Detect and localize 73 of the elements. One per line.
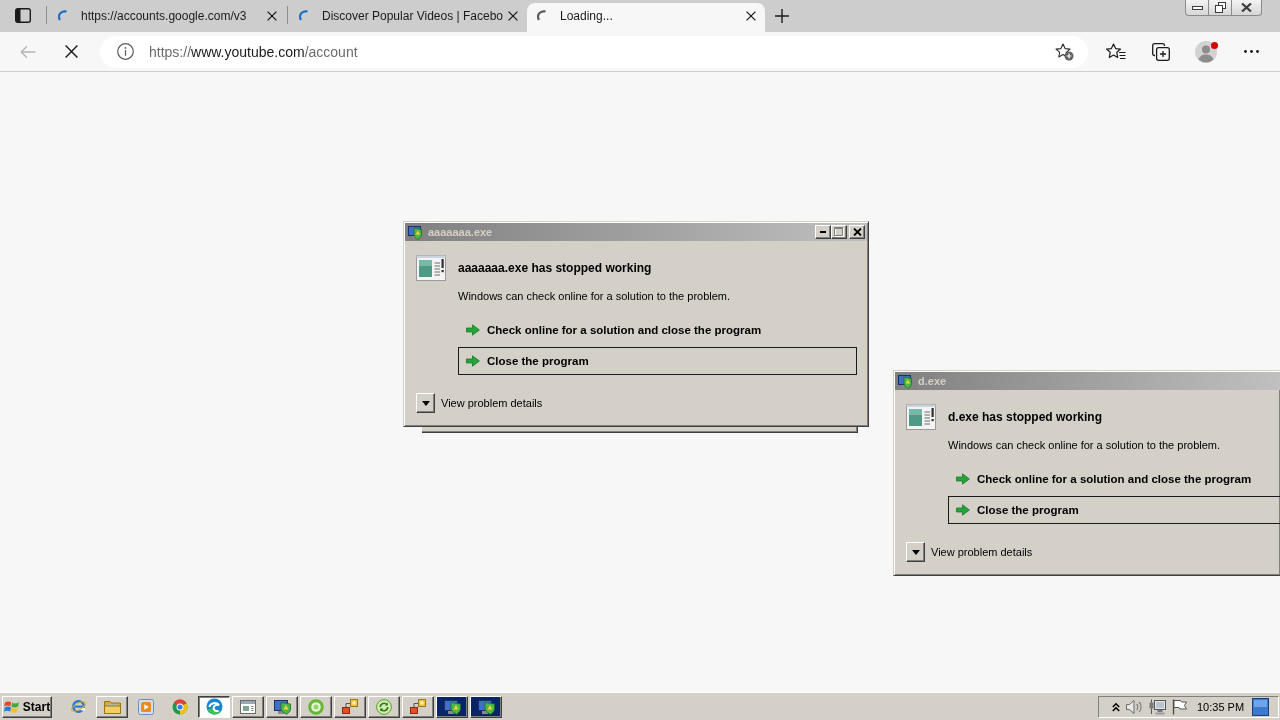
monitor-icon [477,698,495,715]
close-button[interactable] [1231,0,1262,16]
program-icon [898,373,913,389]
minimize-icon [1191,5,1203,10]
restore-icon [1214,2,1226,13]
play-icon [138,698,154,715]
details-toggle-button[interactable] [906,542,925,562]
close-icon [1241,3,1252,12]
start-button[interactable]: Start [2,695,52,718]
program-icon [408,224,423,240]
minimize-button[interactable] [1185,0,1209,16]
browser-tab[interactable]: Discover Popular Videos | Facebo [289,3,527,32]
taskbar-button[interactable] [198,695,230,718]
program-window-icon [906,404,936,430]
more-icon [1243,50,1259,53]
circular-arrows-icon [376,698,392,715]
window-title: aaaaaaa.exe [428,226,493,238]
monitor-icon [443,698,461,715]
close-icon [508,10,518,21]
arrow-right-icon [466,355,480,367]
window-title: d.exe [918,375,947,387]
flag-icon [3,699,20,714]
arrow-left-icon [20,44,36,59]
plus-icon [775,9,789,23]
tabs-icon [15,8,31,23]
clock-text: 10:35 PM [1197,700,1245,713]
close-icon [746,10,756,21]
star-list-icon [1106,43,1126,60]
caret-icon [911,549,920,555]
swirl-icon [205,698,223,715]
dialog-heading: d.exe has stopped working [948,410,1103,424]
dialog-heading: aaaaaaa.exe has stopped working [458,261,652,275]
details-link[interactable]: View problem details [931,546,1033,558]
window-icon [240,699,256,714]
dialog-message: Windows can check online for a solution to the problem. [948,438,1222,452]
close-icon [64,45,78,58]
minimize-icon [819,230,827,234]
browser-tab[interactable]: Loading... [527,3,765,32]
e-browser-icon [69,698,87,715]
command-link[interactable]: Check online for a solution and close the program [948,465,1280,493]
restore-button[interactable] [1208,0,1232,16]
details-toggle-button[interactable] [416,393,435,413]
avatar-icon [1195,40,1217,63]
chevron-up-icon[interactable] [1112,701,1120,712]
browser-tab[interactable]: https://accounts.google.com/v3 [48,3,286,32]
speaker-icon[interactable] [1126,698,1143,715]
caret-icon [421,400,430,406]
collections-icon [1152,42,1170,61]
command-link[interactable]: Close the program [948,496,1280,524]
computer-icon[interactable] [1149,698,1166,715]
arrow-right-icon [956,473,970,485]
monitor-icon [273,698,291,715]
dialog-message: Windows can check online for a solution to the problem. [458,289,732,303]
flag-icon[interactable] [1172,698,1187,715]
arrow-right-icon [466,324,480,336]
ring-icon [308,698,324,715]
arrow-right-icon [956,504,970,516]
circle-logo-icon [172,698,188,715]
details-link[interactable]: View problem details [441,397,543,409]
address-bar[interactable]: https://www.youtube.com/account [100,35,1088,68]
network-icon [342,699,358,714]
program-window-icon [416,255,446,281]
maximize-icon [834,227,844,237]
close-icon [267,10,277,21]
network-icon [410,699,426,714]
command-link[interactable]: Check online for a solution and close the program [458,316,857,344]
url-text: https://www.youtube.com/account [149,43,359,60]
star-plus-icon [1054,42,1074,61]
info-icon [117,43,134,60]
command-link[interactable]: Close the program [458,347,857,375]
desktop-icon[interactable] [1252,697,1270,716]
folder-icon [103,699,121,714]
close-icon [852,228,862,236]
